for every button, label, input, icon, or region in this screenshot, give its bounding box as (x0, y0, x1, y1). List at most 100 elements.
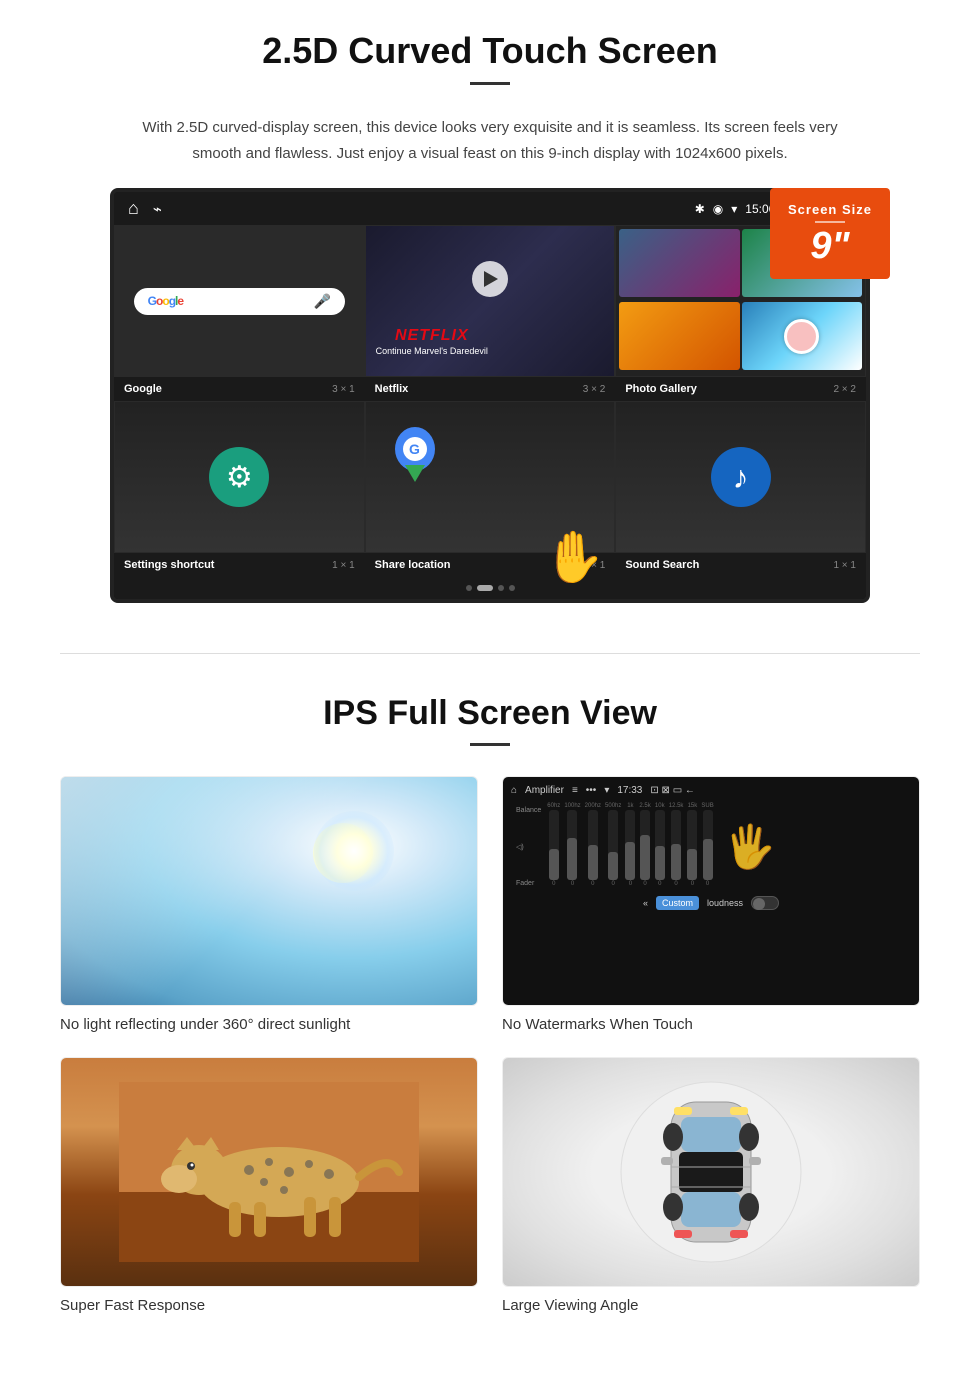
features-grid: No light reflecting under 360° direct su… (60, 776, 920, 1314)
eq-bar-5: 1k 0 (625, 803, 635, 887)
wifi-icon: ▾ (731, 202, 737, 216)
ips-accent (470, 743, 510, 746)
section-divider (60, 653, 920, 654)
dot-3 (498, 585, 504, 591)
app-grid-bottom: ⚙ G (114, 401, 866, 553)
eq-fill-8 (671, 844, 681, 880)
dot-1 (466, 585, 472, 591)
screen-size-badge: Screen Size 9" (770, 188, 890, 279)
eq-fill-1 (549, 849, 559, 881)
music-icon: ♪ (711, 447, 771, 507)
svg-text:G: G (409, 441, 420, 457)
gallery-img-4 (742, 302, 862, 370)
eq-label-speaker: ◁) (516, 843, 541, 851)
car-label: Large Viewing Angle (502, 1297, 920, 1314)
section-curved: 2.5D Curved Touch Screen With 2.5D curve… (0, 0, 980, 623)
amp-custom-btn[interactable]: Custom (656, 896, 699, 910)
amp-home-icon: ⌂ (511, 785, 517, 796)
mic-icon[interactable]: 🎤 (314, 293, 331, 310)
eq-label-fader: Fader (516, 880, 541, 887)
sunlight-image (61, 777, 477, 1005)
music-size: 1 × 1 (833, 560, 856, 571)
netflix-label: Netflix 3 × 2 (365, 377, 616, 401)
car-img-box (502, 1057, 920, 1287)
app-cell-settings[interactable]: ⚙ (114, 401, 365, 553)
feature-cheetah: Super Fast Response (60, 1057, 478, 1314)
netflix-size: 3 × 2 (583, 384, 606, 395)
badge-divider (815, 221, 845, 223)
amp-back-icon: « (643, 898, 648, 908)
google-name: Google (124, 383, 162, 395)
settings-thumbnail: ⚙ (115, 402, 364, 552)
feature-amplifier: ⌂ Amplifier ≡ ••• ▾ 17:33 ⊡ ⊠ ▭ ← Balanc… (502, 776, 920, 1033)
flower-center (784, 319, 819, 354)
gallery-name: Photo Gallery (625, 383, 697, 395)
amp-toggle-thumb (753, 898, 765, 910)
eq-bar-6: 2.5k 0 (639, 803, 650, 887)
app-cell-music[interactable]: ♪ (615, 401, 866, 553)
cheetah-img-box (60, 1057, 478, 1287)
eq-bar-9: 15k 0 (687, 803, 697, 887)
eq-bar-8: 12.5k 0 (669, 803, 684, 887)
car-image (503, 1058, 919, 1286)
eq-bar-3: 200hz 0 (585, 803, 601, 887)
gallery-img-3 (619, 302, 739, 370)
eq-fill-4 (608, 852, 618, 880)
location-icon: ◉ (713, 202, 723, 216)
sunlight-img-box (60, 776, 478, 1006)
eq-fill-3 (588, 845, 598, 880)
eq-fill-6 (640, 835, 650, 881)
usb-icon: ⌁ (153, 200, 162, 218)
music-thumbnail: ♪ (616, 402, 865, 552)
eq-fill-2 (567, 838, 577, 880)
google-search-bar[interactable]: Google 🎤 (134, 288, 345, 315)
settings-size: 1 × 1 (332, 560, 355, 571)
bluetooth-icon: ✱ (695, 202, 705, 216)
amp-dot: ••• (586, 785, 597, 796)
amp-footer: « Custom loudness (643, 896, 779, 910)
eq-label-balance: Balance (516, 807, 541, 814)
amp-wifi: ▾ (604, 785, 609, 796)
amp-time: 17:33 (617, 785, 642, 796)
settings-label: Settings shortcut 1 × 1 (114, 553, 365, 577)
google-label: Google 3 × 1 (114, 377, 365, 401)
feature-car: Large Viewing Angle (502, 1057, 920, 1314)
amp-touch-hand: 🖐 (724, 823, 776, 872)
app-labels-bottom: Settings shortcut 1 × 1 Share location 1… (114, 553, 866, 577)
eq-bar-1: 60hz 0 (547, 803, 560, 887)
badge-label: Screen Size (788, 202, 872, 217)
google-thumbnail: Google 🎤 (115, 226, 364, 376)
app-cell-maps[interactable]: G 🤚 (365, 401, 616, 553)
device-frame: ⌂ ⌁ ✱ ◉ ▾ 15:06 ⊡ ◁) ⊠ ▭ (110, 188, 870, 603)
netflix-text: NETFLIX (376, 327, 488, 345)
gallery-img-1 (619, 229, 739, 297)
status-left: ⌂ ⌁ (128, 198, 162, 219)
app-cell-netflix[interactable]: NETFLIX Continue Marvel's Daredevil (365, 225, 616, 377)
amp-icons-right: ⊡ ⊠ ▭ ← (650, 785, 695, 796)
eq-bar-2: 100hz 0 (564, 803, 580, 887)
app-grid-top: Google 🎤 NETFLIX (114, 225, 866, 377)
music-name: Sound Search (625, 559, 699, 571)
eq-fill-9 (687, 849, 697, 880)
amp-toggle[interactable] (751, 896, 779, 910)
amplifier-label: No Watermarks When Touch (502, 1016, 920, 1033)
cheetah-image (61, 1058, 477, 1286)
gallery-label: Photo Gallery 2 × 2 (615, 377, 866, 401)
curved-title: 2.5D Curved Touch Screen (60, 30, 920, 72)
amp-icon2: ≡ (572, 785, 578, 796)
eq-bars: 60hz 0 100hz 0 (547, 807, 713, 887)
app-cell-google[interactable]: Google 🎤 (114, 225, 365, 377)
eq-labels: Balance ◁) Fader (516, 807, 541, 887)
eq-fill-7 (655, 846, 665, 880)
google-size: 3 × 1 (332, 384, 355, 395)
eq-area: Balance ◁) Fader 60hz 0 (511, 802, 911, 892)
home-icon[interactable]: ⌂ (128, 198, 139, 219)
dot-2 (477, 585, 493, 591)
amp-loudness-label: loudness (707, 898, 743, 908)
app-labels-top: Google 3 × 1 Netflix 3 × 2 Photo Gallery… (114, 377, 866, 401)
netflix-play-button[interactable] (472, 261, 508, 297)
ips-title: IPS Full Screen View (60, 694, 920, 733)
play-triangle-icon (484, 271, 498, 287)
eq-bar-7: 10k 0 (655, 803, 665, 887)
light-overlay (61, 777, 477, 1005)
